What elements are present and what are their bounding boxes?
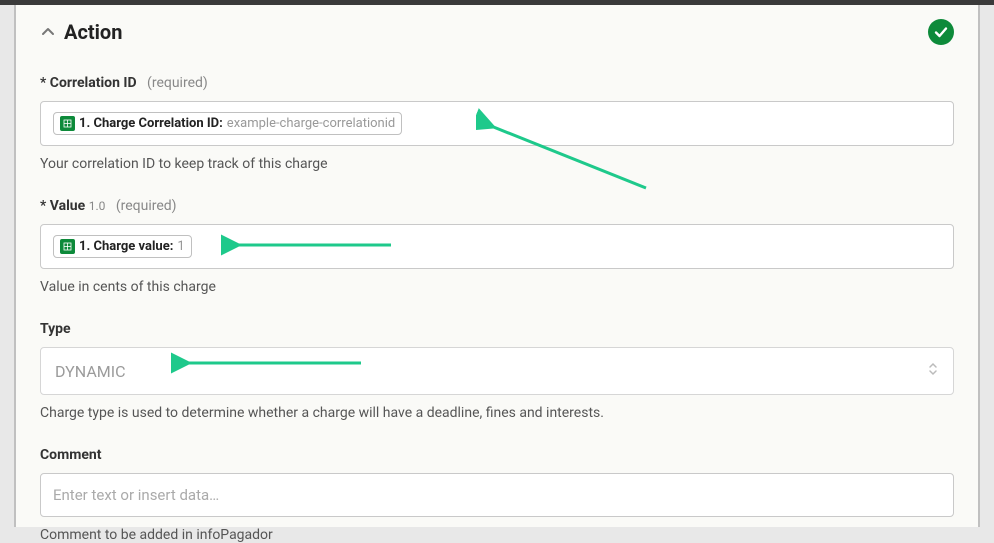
select-caret-icon (927, 360, 939, 382)
data-pill-value[interactable]: 1. Charge value: 1 (53, 235, 192, 258)
action-panel: Action * Correlation ID (required) 1. Ch… (16, 5, 978, 527)
comment-input[interactable]: Enter text or insert data… (40, 473, 954, 517)
sheet-icon (60, 239, 75, 254)
help-text: Comment to be added in infoPagador (40, 527, 954, 543)
help-text: Value in cents of this charge (40, 279, 954, 295)
required-hint: (required) (147, 75, 208, 91)
type-select[interactable]: DYNAMIC (40, 347, 954, 395)
chevron-up-icon (40, 24, 56, 40)
field-version: 1.0 (89, 199, 106, 213)
field-label: Value (50, 198, 85, 214)
pill-value: example-charge-correlationid (227, 116, 395, 131)
field-type: Type DYNAMIC Charge type is used to dete… (40, 321, 954, 421)
pill-label: 1. Charge Correlation ID: (79, 116, 223, 131)
data-pill-correlation[interactable]: 1. Charge Correlation ID: example-charge… (53, 112, 402, 135)
sheet-icon (60, 116, 75, 131)
field-label: Correlation ID (50, 75, 137, 91)
value-input[interactable]: 1. Charge value: 1 (40, 224, 954, 269)
field-value: * Value 1.0 (required) 1. Charge value: … (40, 198, 954, 295)
pill-label: 1. Charge value: (79, 239, 173, 254)
correlation-id-input[interactable]: 1. Charge Correlation ID: example-charge… (40, 101, 954, 146)
required-hint: (required) (116, 198, 177, 214)
field-label: Type (40, 321, 71, 337)
section-title: Action (64, 20, 122, 44)
status-complete-icon (928, 19, 954, 45)
field-comment: Comment Enter text or insert data… Comme… (40, 447, 954, 543)
field-label: Comment (40, 447, 101, 463)
help-text: Charge type is used to determine whether… (40, 405, 954, 421)
help-text: Your correlation ID to keep track of thi… (40, 156, 954, 172)
section-header[interactable]: Action (40, 19, 954, 45)
required-star: * (40, 75, 46, 91)
field-correlation-id: * Correlation ID (required) 1. Charge Co… (40, 75, 954, 172)
pill-value: 1 (177, 239, 184, 254)
placeholder-text: Enter text or insert data… (53, 486, 219, 504)
select-value: DYNAMIC (55, 362, 126, 381)
required-star: * (40, 198, 46, 214)
